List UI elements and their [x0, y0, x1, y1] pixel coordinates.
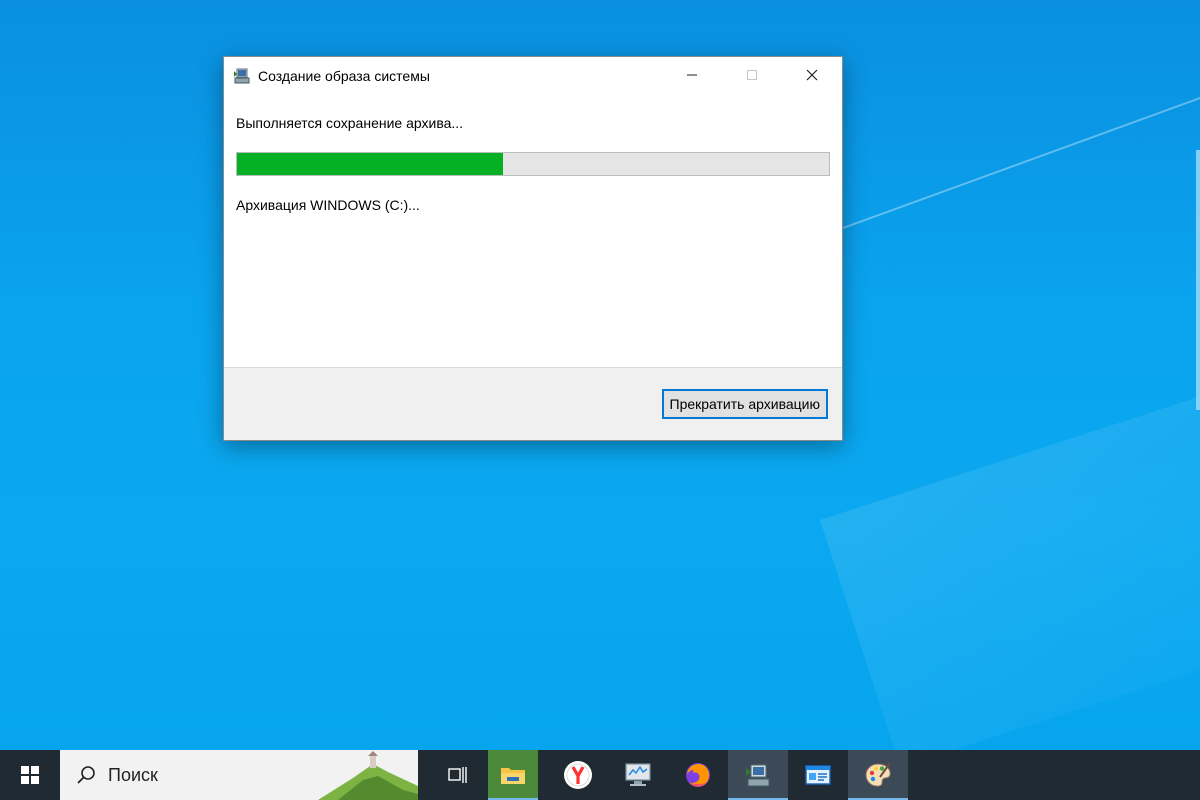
- firefox-icon: [686, 763, 710, 787]
- paint-button[interactable]: [848, 750, 908, 800]
- wallpaper-light-glow: [820, 303, 1200, 750]
- status-message: Выполняется сохранение архива...: [236, 115, 464, 131]
- maximize-icon: [747, 70, 757, 80]
- search-icon: [76, 765, 96, 785]
- maximize-button[interactable]: [722, 57, 782, 93]
- stop-backup-button[interactable]: Прекратить архивацию: [661, 389, 828, 419]
- control-panel-button[interactable]: [788, 750, 848, 800]
- control-panel-icon: [805, 765, 831, 785]
- yandex-browser-icon: [564, 761, 592, 789]
- dialog-content: Выполняется сохранение архива... Архивац…: [224, 95, 842, 368]
- search-highlight-illustration: [318, 751, 418, 800]
- minimize-button[interactable]: [662, 57, 722, 93]
- title-bar[interactable]: Создание образа системы: [224, 57, 842, 95]
- system-image-backup-icon: [233, 67, 251, 85]
- taskbar: Поиск: [0, 750, 1200, 800]
- progress-bar-fill: [237, 153, 504, 175]
- system-monitor-button[interactable]: [608, 750, 668, 800]
- desktop-background: Создание образа системы Выполняется сохр…: [0, 0, 1200, 750]
- search-placeholder: Поиск: [108, 764, 158, 785]
- firefox-button[interactable]: [668, 750, 728, 800]
- wallpaper-edge-highlight: [1196, 150, 1200, 410]
- system-monitor-icon: [625, 763, 651, 786]
- paint-icon: [865, 762, 891, 787]
- file-explorer-button[interactable]: [488, 750, 538, 800]
- progress-bar: [236, 152, 830, 176]
- detail-message: Архивация WINDOWS (C:)...: [236, 197, 420, 213]
- window-controls: [662, 57, 842, 93]
- task-view-icon: [448, 767, 467, 783]
- search-box[interactable]: Поиск: [60, 750, 418, 800]
- window-title: Создание образа системы: [258, 68, 430, 84]
- yandex-browser-button[interactable]: [548, 750, 608, 800]
- system-image-dialog: Создание образа системы Выполняется сохр…: [223, 56, 843, 441]
- windows-logo-icon: [21, 766, 39, 784]
- backup-app-button[interactable]: [728, 750, 788, 800]
- close-button[interactable]: [782, 57, 842, 93]
- minimize-icon: [687, 74, 697, 76]
- backup-app-icon: [746, 764, 770, 787]
- file-explorer-icon: [501, 768, 525, 784]
- dialog-footer: Прекратить архивацию: [224, 367, 842, 440]
- close-icon: [806, 69, 818, 81]
- task-view-button[interactable]: [428, 750, 488, 800]
- start-button[interactable]: [0, 750, 60, 800]
